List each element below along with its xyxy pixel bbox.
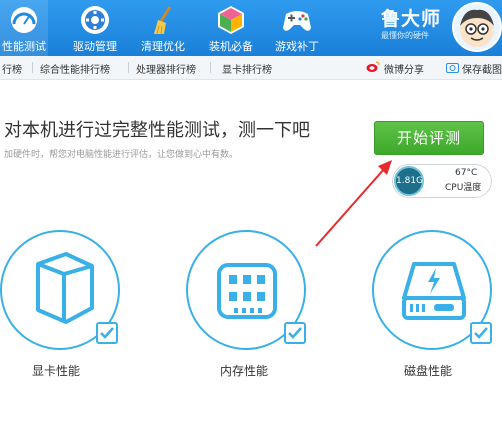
annotation-arrow <box>315 160 392 247</box>
graphics-test-checkbox[interactable] <box>96 322 118 344</box>
graphics-test-label: 显卡性能 <box>32 364 81 378</box>
disk-test-label: 磁盘性能 <box>404 364 453 378</box>
disk-test-checkbox[interactable] <box>470 322 492 344</box>
memory-chip-icon <box>216 262 278 324</box>
memory-test-label: 内存性能 <box>220 364 269 378</box>
graphics-cube-icon <box>22 250 100 334</box>
disk-drive-icon <box>400 260 468 326</box>
memory-test-checkbox[interactable] <box>284 322 306 344</box>
checkmark-icon <box>288 327 302 339</box>
checkmark-icon <box>474 327 488 339</box>
checkmark-icon <box>100 327 114 339</box>
